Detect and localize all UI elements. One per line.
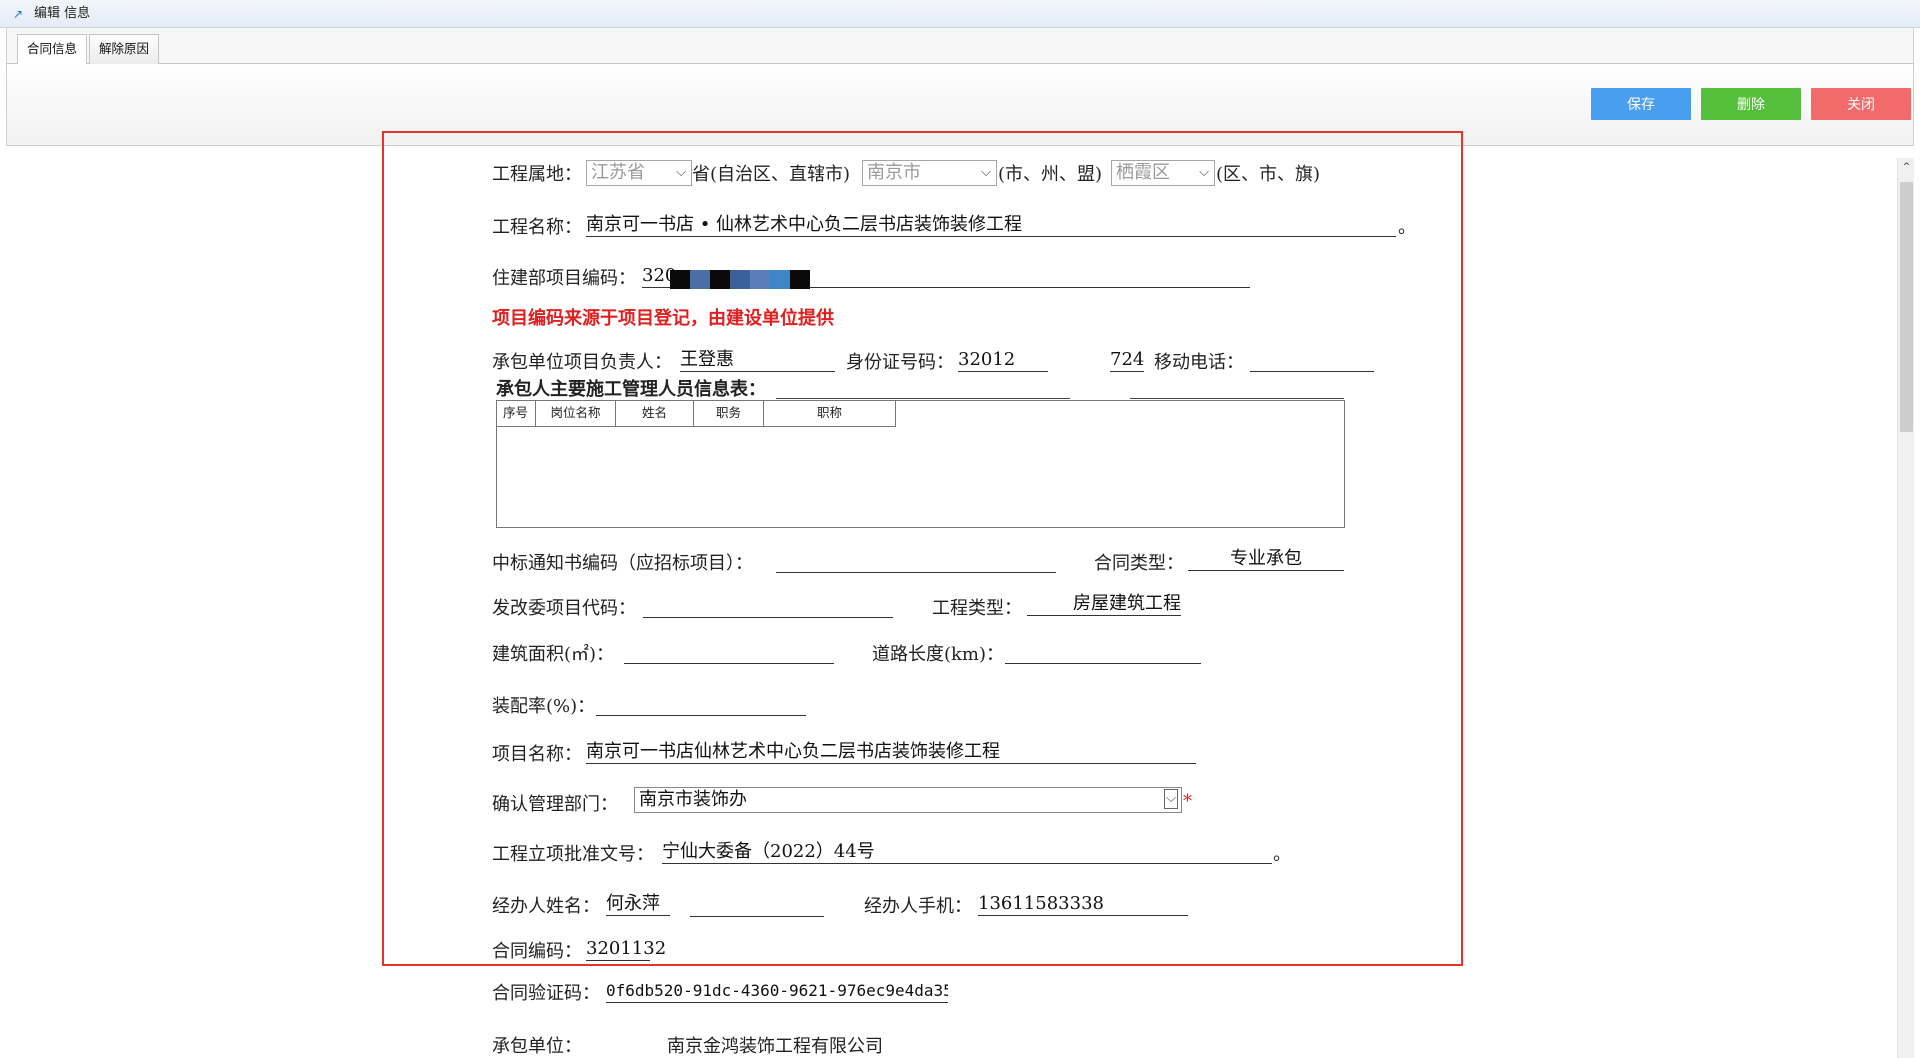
- project-type-input[interactable]: 房屋建筑工程: [1027, 592, 1181, 616]
- divider: [776, 398, 1070, 399]
- approval-no-input[interactable]: 宁仙大委备（2022）44号: [662, 840, 1272, 864]
- redaction-block: [750, 270, 770, 289]
- approval-no-suffix: 。: [1273, 844, 1291, 865]
- city-value: 南京市: [867, 162, 921, 183]
- city-suffix: (市、州、盟): [998, 164, 1103, 185]
- redaction-block: [690, 270, 710, 289]
- district-select[interactable]: 栖霞区 ⌵: [1111, 160, 1215, 186]
- handler-phone-label: 经办人手机：: [864, 896, 972, 917]
- province-suffix: 省(自治区、直辖市): [692, 164, 851, 185]
- district-suffix: (区、市、旗): [1216, 164, 1321, 185]
- project-name-label: 工程名称：: [492, 217, 582, 238]
- location-label: 工程属地：: [492, 164, 582, 185]
- col-header-position: 岗位名称: [536, 400, 616, 427]
- project-code-notice: 项目编码来源于项目登记，由建设单位提供: [492, 308, 834, 329]
- id-number-tail: 724: [1110, 349, 1144, 372]
- verify-code-input[interactable]: 0f6db520-91dc-4360-9621-976ec9e4da35: [606, 979, 948, 1003]
- contract-code-label: 合同编码：: [492, 941, 582, 962]
- manager-label: 承包单位项目负责人：: [492, 352, 672, 373]
- ndrc-code-input[interactable]: [643, 594, 893, 618]
- chevron-down-icon: ⌵: [1164, 789, 1178, 809]
- dept-label: 确认管理部门：: [492, 794, 618, 815]
- dept-value: 南京市装饰办: [639, 789, 747, 810]
- road-length-label: 道路长度(km)：: [872, 644, 1005, 665]
- col-header-name: 姓名: [616, 400, 694, 427]
- building-area-input[interactable]: [624, 640, 834, 664]
- contract-code-input[interactable]: 3201132: [586, 937, 850, 961]
- project-name-input[interactable]: 南京可一书店 • 仙林艺术中心负二层书店装饰装修工程: [586, 213, 1396, 237]
- contract-form: 工程属地： 江苏省 ⌵ 省(自治区、直辖市) 南京市 ⌵ (市、州、盟) 栖霞区…: [0, 0, 1920, 1058]
- col-header-index: 序号: [496, 400, 536, 427]
- province-value: 江苏省: [591, 162, 645, 183]
- city-select[interactable]: 南京市 ⌵: [862, 160, 997, 186]
- manager-input[interactable]: 王登惠: [680, 348, 835, 372]
- bid-notice-input[interactable]: [776, 549, 1056, 573]
- redaction-block: [730, 270, 750, 289]
- dept-select[interactable]: 南京市装饰办 ⌵: [634, 787, 1182, 813]
- staff-table-header: 序号 岗位名称 姓名 职务 职称: [496, 400, 896, 427]
- prefab-rate-label: 装配率(%)：: [492, 696, 596, 717]
- contract-type-label: 合同类型：: [1094, 553, 1184, 574]
- road-length-input[interactable]: [1005, 640, 1201, 664]
- contractor-label: 承包单位：: [492, 1036, 582, 1057]
- redaction-block: [790, 270, 810, 289]
- project-type-label: 工程类型：: [932, 598, 1022, 619]
- province-select[interactable]: 江苏省 ⌵: [586, 160, 692, 186]
- handler-name-label: 经办人姓名：: [492, 896, 600, 917]
- required-mark: *: [1183, 791, 1192, 812]
- redaction-block: [710, 270, 730, 289]
- ndrc-code-label: 发改委项目代码：: [492, 598, 636, 619]
- redaction-block: [650, 960, 850, 964]
- item-name-label: 项目名称：: [492, 744, 582, 765]
- id-number-input[interactable]: 32012: [958, 348, 1048, 372]
- prefab-rate-input[interactable]: [596, 692, 806, 716]
- verify-code-label: 合同验证码：: [492, 983, 600, 1004]
- item-name-input[interactable]: 南京可一书店仙林艺术中心负二层书店装饰装修工程: [586, 740, 1196, 764]
- col-header-duty: 职务: [694, 400, 764, 427]
- staff-table-title: 承包人主要施工管理人员信息表：: [496, 379, 766, 400]
- chevron-down-icon: ⌵: [1199, 165, 1209, 180]
- scrollbar-thumb[interactable]: [1900, 182, 1913, 432]
- vertical-scrollbar[interactable]: ⌃: [1897, 158, 1914, 1058]
- divider: [1130, 398, 1344, 399]
- chevron-down-icon: ⌵: [676, 165, 686, 180]
- approval-no-label: 工程立项批准文号：: [492, 844, 654, 865]
- mobile-input[interactable]: [1250, 348, 1374, 372]
- contract-type-input[interactable]: 专业承包: [1188, 547, 1344, 571]
- mohurd-code-label: 住建部项目编码：: [492, 268, 636, 289]
- handler-name-input[interactable]: 何永萍: [606, 892, 670, 916]
- redaction-block: [670, 270, 690, 289]
- district-value: 栖霞区: [1116, 162, 1170, 183]
- bid-notice-label: 中标通知书编码（应招标项目）：: [492, 553, 753, 574]
- redaction-block: [770, 270, 790, 289]
- scroll-up-icon[interactable]: ⌃: [1901, 161, 1912, 173]
- building-area-label: 建筑面积(㎡)：: [492, 644, 615, 665]
- col-header-title: 职称: [764, 400, 896, 427]
- handler-phone-input[interactable]: 13611583338: [978, 892, 1188, 916]
- id-number-label: 身份证号码：: [846, 352, 954, 373]
- mobile-label: 移动电话：: [1154, 352, 1244, 373]
- divider: [690, 916, 824, 917]
- chevron-down-icon: ⌵: [981, 165, 991, 180]
- contractor-value: 南京金鸿装饰工程有限公司: [667, 1036, 883, 1057]
- project-name-suffix: 。: [1398, 217, 1416, 238]
